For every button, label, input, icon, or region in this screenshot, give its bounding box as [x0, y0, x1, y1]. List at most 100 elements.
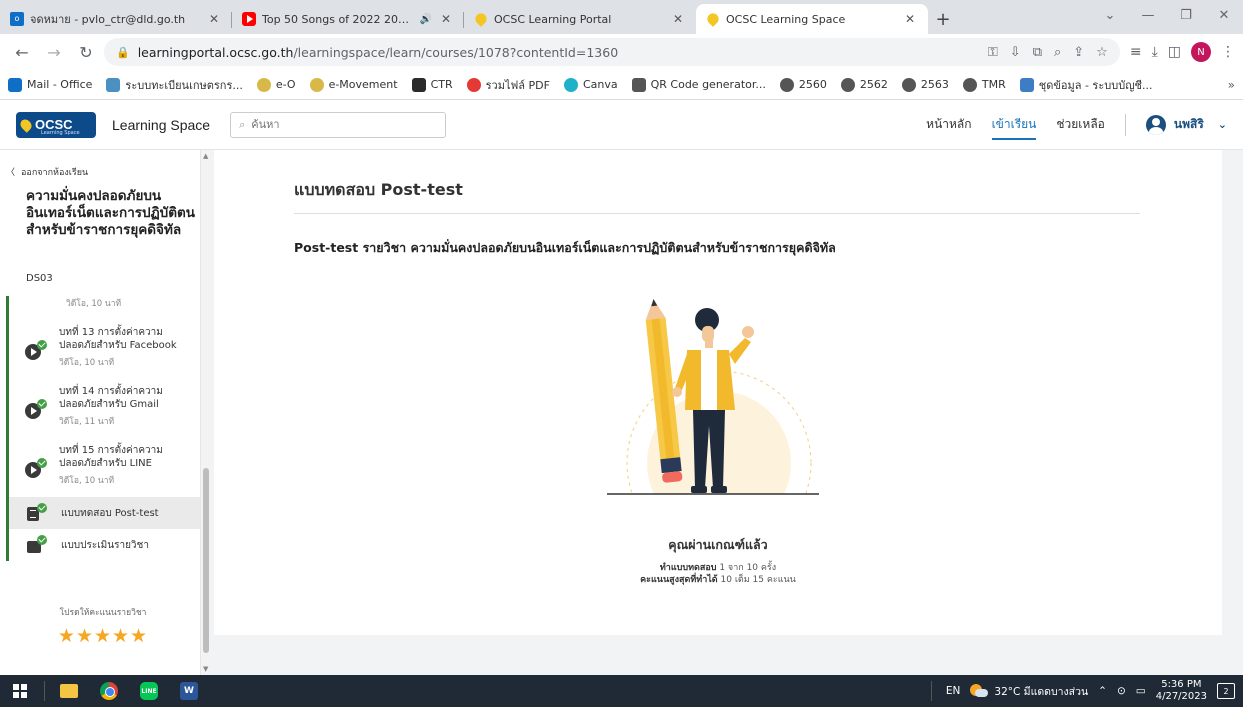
browser-tab-mail[interactable]: o จดหมาย - pvlo_ctr@dld.go.th ✕	[0, 4, 232, 34]
item-title: แบบประเมินรายวิชา	[61, 539, 149, 551]
site-header: OCSC Learning Space Learning Space ⌕ หน้…	[0, 100, 1243, 150]
bookmark-item[interactable]: e-O	[256, 77, 296, 92]
notification-icon[interactable]: 2	[1217, 683, 1235, 699]
share-icon[interactable]: ⇪	[1073, 45, 1084, 60]
nav-home[interactable]: หน้าหลัก	[926, 115, 971, 134]
bookmark-item[interactable]: e-Movement	[309, 77, 398, 92]
bookmark-item[interactable]: รวมไฟล์ PDF	[466, 76, 550, 94]
reload-button[interactable]: ↻	[72, 38, 100, 66]
windows-taskbar: LINE W EN 32°C มีแดดบางส่วน ⌃ ⊙ ▭ 5:36 P…	[0, 675, 1243, 707]
star-icon[interactable]: ☆	[1096, 45, 1108, 60]
bookmark-item[interactable]: TMR	[962, 77, 1006, 92]
lesson-item[interactable]: บทที่ 14 การตั้งค่าความปลอดภัยสำหรับ Gma…	[9, 379, 200, 438]
post-test-item[interactable]: แบบทดสอบ Post-test	[9, 497, 200, 529]
sidebar-scrollbar[interactable]: ▲ ▼	[200, 150, 210, 675]
lesson-time: วิดีโอ, 10 นาที	[66, 299, 122, 309]
close-window-button[interactable]: ✕	[1205, 0, 1243, 30]
browser-tab-youtube[interactable]: Top 50 Songs of 2022 2023 - 🔊 ✕	[232, 4, 464, 34]
browser-tab-learning-space[interactable]: OCSC Learning Space ✕	[696, 4, 928, 34]
install-icon[interactable]: ⇩	[1010, 45, 1021, 60]
ocsc-logo[interactable]: OCSC Learning Space	[16, 111, 96, 138]
bookmark-item[interactable]: Mail - Office	[8, 77, 92, 92]
bookmark-item[interactable]: QR Code generator...	[631, 77, 766, 92]
user-menu[interactable]: นพสิริ ⌄	[1145, 114, 1227, 135]
close-icon[interactable]: ✕	[670, 12, 686, 26]
canva-icon	[563, 77, 578, 92]
search-box[interactable]: ⌕	[230, 111, 447, 138]
search-input[interactable]	[251, 118, 422, 131]
course-rating: โปรดให้คะแนนรายวิชา ★★★★★	[6, 605, 200, 647]
item-title: แบบทดสอบ Post-test	[61, 507, 159, 519]
bookmark-item[interactable]: 2562	[840, 77, 888, 92]
taskbar-explorer[interactable]	[49, 675, 89, 707]
bookmark-item[interactable]: 2563	[901, 77, 949, 92]
pencil-person-illustration	[589, 299, 829, 508]
minimize-button[interactable]: —	[1129, 0, 1167, 30]
lesson-title: บทที่ 13 การตั้งค่าความปลอดภัยสำหรับ Fac…	[59, 327, 177, 351]
start-button[interactable]	[0, 675, 40, 707]
zoom-icon[interactable]: ⌕	[1054, 45, 1061, 60]
bookmark-item[interactable]: ชุดข้อมูล - ระบบบัญชี...	[1019, 76, 1153, 94]
chat-icon[interactable]: ▭	[1136, 685, 1146, 697]
address-bar[interactable]: 🔒 learningportal.ocsc.go.th/learningspac…	[104, 38, 1120, 66]
scroll-up-icon[interactable]: ▲	[203, 152, 208, 160]
lesson-item[interactable]: บทที่ 13 การตั้งค่าความปลอดภัยสำหรับ Fac…	[9, 320, 200, 379]
translate-icon[interactable]: ⧉	[1033, 45, 1042, 60]
new-tab-button[interactable]: +	[928, 4, 958, 34]
bookmark-icon	[411, 77, 426, 92]
forward-button[interactable]: →	[40, 38, 68, 66]
scroll-down-icon[interactable]: ▼	[203, 665, 208, 673]
side-panel-icon[interactable]: ◫	[1168, 44, 1181, 60]
close-icon[interactable]: ✕	[902, 12, 918, 26]
passed-message: คุณผ่านเกณฑ์แล้ว	[668, 537, 768, 552]
user-avatar-icon	[1145, 114, 1166, 135]
best-score-stat: คะแนนสูงสุดที่ทำได้ 10 เต็ม 15 คะแนน	[214, 572, 1222, 586]
nav-learn[interactable]: เข้าเรียน	[991, 115, 1037, 140]
input-language[interactable]: EN	[946, 685, 961, 697]
chevron-up-icon[interactable]: ⌃	[1098, 685, 1107, 697]
outlook-icon: o	[10, 12, 24, 26]
partly-sunny-icon	[970, 684, 989, 698]
taskbar-line[interactable]: LINE	[129, 675, 169, 707]
bookmark-item[interactable]: ระบบทะเบียนเกษตรกร...	[106, 76, 243, 94]
browser-tab-portal[interactable]: OCSC Learning Portal ✕	[464, 4, 696, 34]
taskbar-chrome[interactable]	[89, 675, 129, 707]
lesson-title: บทที่ 15 การตั้งค่าความปลอดภัยสำหรับ LIN…	[59, 445, 163, 469]
leave-classroom-link[interactable]: 〈 ออกจากห้องเรียน	[6, 165, 88, 179]
close-icon[interactable]: ✕	[438, 12, 454, 26]
video-complete-icon	[25, 340, 47, 362]
bookmark-item[interactable]: 2560	[779, 77, 827, 92]
speaker-icon[interactable]: 🔊	[420, 14, 432, 25]
menu-icon[interactable]: ⋮	[1221, 44, 1235, 60]
download-icon[interactable]: ⤓	[1152, 44, 1158, 60]
lesson-time: วิดีโอ, 10 นาที	[59, 476, 115, 486]
network-icon[interactable]: ⊙	[1117, 685, 1126, 697]
rating-label: โปรดให้คะแนนรายวิชา	[59, 608, 147, 618]
tab-title: OCSC Learning Portal	[494, 12, 612, 26]
ocsc-drop-icon	[18, 116, 34, 133]
nav-help[interactable]: ช่วยเหลือ	[1056, 115, 1105, 134]
close-icon[interactable]: ✕	[206, 12, 222, 26]
key-icon[interactable]: ⚿	[988, 45, 998, 60]
profile-avatar[interactable]: N	[1191, 42, 1211, 62]
taskbar-word[interactable]: W	[169, 675, 209, 707]
rating-stars[interactable]: ★★★★★	[6, 625, 200, 647]
url-domain: learningportal.ocsc.go.th	[137, 44, 294, 60]
lesson-time: วิดีโอ, 10 นาที	[59, 358, 115, 368]
system-clock[interactable]: 5:36 PM 4/27/2023	[1156, 679, 1207, 703]
lock-icon[interactable]: 🔒	[116, 46, 130, 59]
tab-search-icon[interactable]: ⌄	[1091, 0, 1129, 30]
lesson-item[interactable]: บทที่ 15 การตั้งค่าความปลอดภัยสำหรับ LIN…	[9, 438, 200, 497]
more-bookmarks-icon[interactable]: »	[1228, 78, 1235, 92]
bookmark-item[interactable]: Canva	[563, 77, 618, 92]
scrollbar-thumb[interactable]	[203, 468, 209, 653]
evaluation-item[interactable]: แบบประเมินรายวิชา	[9, 529, 200, 561]
brand-name: Learning Space	[112, 116, 211, 133]
weather-widget[interactable]: 32°C มีแดดบางส่วน	[970, 683, 1088, 700]
reading-list-icon[interactable]: ≡	[1130, 44, 1142, 60]
maximize-button[interactable]: ❐	[1167, 0, 1205, 30]
tab-title: จดหมาย - pvlo_ctr@dld.go.th	[30, 13, 186, 26]
back-button[interactable]: ←	[8, 38, 36, 66]
bookmark-item[interactable]: CTR	[411, 77, 453, 92]
browser-toolbar: ← → ↻ 🔒 learningportal.ocsc.go.th/learni…	[0, 34, 1243, 70]
